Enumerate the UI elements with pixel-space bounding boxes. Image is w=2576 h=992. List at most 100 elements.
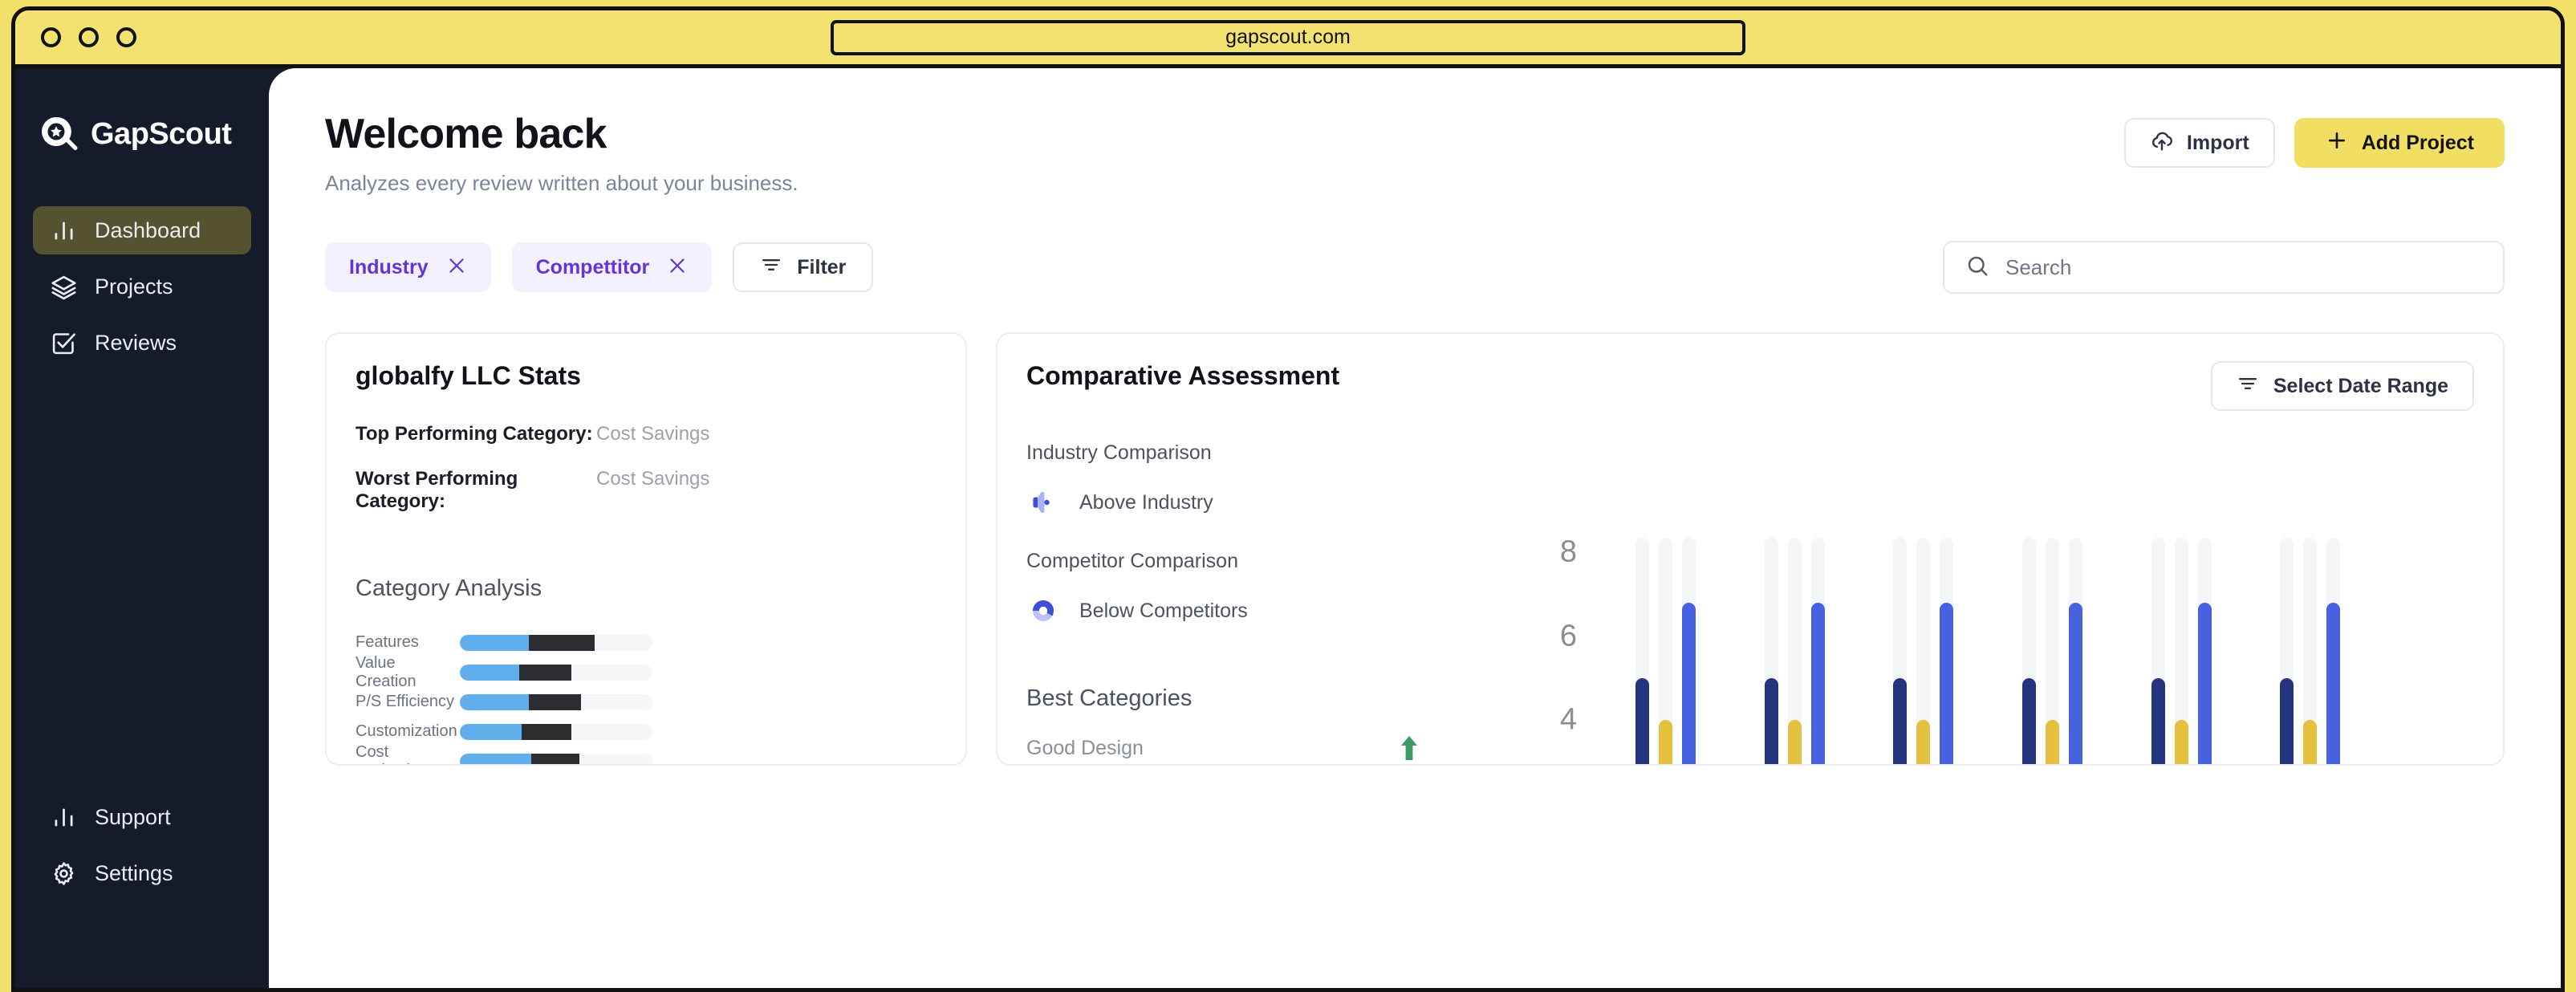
search-icon <box>1965 254 1989 282</box>
magnifier-star-icon <box>39 115 78 153</box>
chart-bar <box>1940 510 1954 764</box>
brand-name: GapScout <box>91 116 232 151</box>
chart-bar-value <box>2280 677 2294 764</box>
industry-comparison-value: Above Industry <box>1079 490 1213 514</box>
chart-bar-value <box>2174 720 2188 764</box>
category-row: Cost Reduction <box>356 742 937 765</box>
select-date-range-button[interactable]: Select Date Range <box>2210 361 2474 411</box>
category-bar-primary <box>460 753 531 764</box>
y-axis-tick: 6 <box>1559 619 1577 653</box>
browser-chrome-bar: gapscout.com <box>15 10 2561 68</box>
cloud-upload-icon <box>2150 128 2174 158</box>
category-bar <box>460 723 652 740</box>
sidebar-item-label: Projects <box>95 274 173 299</box>
app-body: GapScout Dashboard Projects Reviews Supp… <box>15 68 2561 988</box>
category-row: Customization <box>356 717 937 746</box>
comparison-bar-chart: 8642 <box>1524 510 2375 764</box>
stats-card: globalfy LLC Stats Top Performing Catego… <box>325 332 967 766</box>
chart-bar <box>1681 510 1696 764</box>
chart-bar-value <box>1810 602 1825 764</box>
chart-bar-value <box>2326 602 2341 764</box>
best-category-row: Good Design <box>1026 734 1420 762</box>
category-analysis-list: Features Value Creation P/S Efficiency C… <box>356 628 937 765</box>
y-axis-tick: 8 <box>1559 535 1577 569</box>
chart-bar-value <box>1681 602 1696 764</box>
window-controls[interactable] <box>41 27 136 47</box>
sidebar-item-dashboard[interactable]: Dashboard <box>33 206 251 254</box>
stat-key: Worst Performing Category: <box>356 468 518 512</box>
sidebar-nav: Dashboard Projects Reviews <box>15 206 269 367</box>
competitor-comparison-label: Competitor Comparison <box>1026 550 1238 572</box>
import-button-label: Import <box>2186 131 2249 154</box>
chart-bar-value <box>1787 720 1802 764</box>
donut-circle-icon <box>1026 594 1060 628</box>
address-bar[interactable]: gapscout.com <box>831 19 1745 55</box>
chart-plot-area: 8642 <box>1524 510 2375 764</box>
sidebar-item-settings[interactable]: Settings <box>33 849 251 897</box>
chart-bar-value <box>2151 677 2165 764</box>
filter-button-label: Filter <box>797 255 847 278</box>
chart-bar <box>2280 510 2294 764</box>
category-row: P/S Efficiency <box>356 687 937 717</box>
chart-bar-value <box>1635 677 1649 764</box>
sidebar-item-label: Dashboard <box>95 218 201 242</box>
chart-bar <box>1658 510 1672 764</box>
close-x-icon[interactable] <box>446 255 467 280</box>
filter-chip-label: Compettitor <box>535 255 650 278</box>
close-window-button[interactable] <box>41 27 61 47</box>
category-bar <box>460 664 652 681</box>
chart-bar <box>1764 510 1778 764</box>
sidebar-item-label: Settings <box>95 860 173 885</box>
maximize-window-button[interactable] <box>116 27 136 47</box>
chart-bar-value <box>2068 602 2082 764</box>
chart-bar-value <box>1893 677 1908 764</box>
header-actions: Import Add Project <box>2123 110 2505 168</box>
chart-bar <box>2197 510 2212 764</box>
page-title: Welcome back <box>325 111 607 157</box>
add-project-button[interactable]: Add Project <box>2294 118 2505 168</box>
dashboard-cards: globalfy LLC Stats Top Performing Catego… <box>325 332 2505 766</box>
chart-bar <box>2045 510 2059 764</box>
search-input[interactable]: Search <box>1943 241 2505 294</box>
category-label: Features <box>356 633 419 651</box>
search-placeholder: Search <box>2005 254 2072 279</box>
chart-bar <box>1810 510 1825 764</box>
category-bar-secondary <box>529 634 595 651</box>
best-categories-title: Best Categories <box>1026 685 1193 711</box>
chart-bar-value <box>2303 720 2318 764</box>
gear-icon <box>51 860 77 887</box>
category-row: Features <box>356 628 937 657</box>
page-header: Welcome back Analyzes every review writt… <box>325 110 2505 196</box>
import-button[interactable]: Import <box>2123 118 2275 168</box>
category-label: Value Creation <box>356 653 416 690</box>
screen: gapscout.com GapScout Dashboard Projects… <box>0 0 2576 992</box>
filter-button[interactable]: Filter <box>733 242 874 292</box>
chart-bar <box>2151 510 2165 764</box>
sidebar-item-support[interactable]: Support <box>33 793 251 841</box>
add-project-button-label: Add Project <box>2361 131 2474 154</box>
sidebar-item-projects[interactable]: Projects <box>33 262 251 311</box>
assessment-card-title: Comparative Assessment <box>1026 361 1340 390</box>
chart-bar <box>1635 510 1649 764</box>
brand[interactable]: GapScout <box>15 115 269 153</box>
y-axis-tick: 4 <box>1559 702 1577 737</box>
best-category-name: Good Design <box>1026 736 1144 759</box>
close-x-icon[interactable] <box>667 255 688 280</box>
filter-chip-industry[interactable]: Industry <box>325 242 491 292</box>
chart-bar-value <box>2045 720 2059 764</box>
industry-comparison-row: Above Industry <box>1026 486 1524 519</box>
chart-bar-group <box>2117 510 2246 764</box>
chart-bar-value <box>1940 602 1954 764</box>
stats-card-title: globalfy LLC Stats <box>356 361 581 390</box>
chart-bar-group <box>1988 510 2117 764</box>
filter-chip-competitor[interactable]: Compettitor <box>511 242 713 292</box>
chart-bar <box>1893 510 1908 764</box>
industry-comparison-label: Industry Comparison <box>1026 441 1212 464</box>
category-label: Cost Reduction <box>356 742 428 765</box>
filter-lines-icon <box>2237 372 2259 400</box>
category-bar-primary <box>460 723 522 740</box>
bar-chart-icon <box>51 218 77 244</box>
main-content: Welcome back Analyzes every review writt… <box>269 68 2561 988</box>
sidebar-item-reviews[interactable]: Reviews <box>33 319 251 367</box>
minimize-window-button[interactable] <box>79 27 99 47</box>
